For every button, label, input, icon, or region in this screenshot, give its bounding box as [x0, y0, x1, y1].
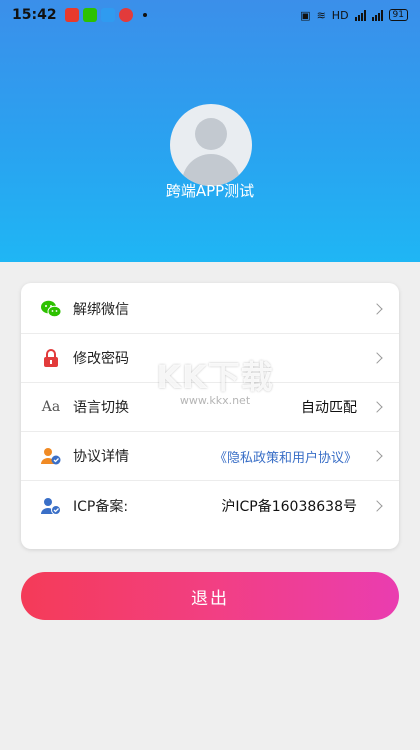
row-value: 自动匹配 [301, 400, 357, 416]
nfc-icon: ▣ [300, 8, 311, 22]
status-time: 15:42 [12, 7, 57, 23]
status-bar: 15:42 ▣ ≋ HD 91 [0, 0, 420, 30]
row-label: 修改密码 [73, 351, 129, 367]
chevron-right-icon [371, 499, 383, 512]
row-unbind-wechat[interactable]: 解绑微信 [21, 285, 399, 334]
notification-app-icon [64, 8, 79, 22]
row-icp-record[interactable]: ICP备案: 沪ICP备16038638号 [21, 481, 399, 530]
more-notifications-dot [142, 13, 147, 17]
notification-app-icon [100, 8, 115, 22]
user-agreement-icon [39, 444, 63, 468]
row-label: 协议详情 [73, 449, 129, 465]
chevron-right-icon [371, 303, 383, 315]
chevron-right-icon [371, 450, 383, 462]
wifi-icon: ≋ [316, 8, 326, 22]
logout-button[interactable]: 退出 [21, 572, 399, 620]
row-language-switch[interactable]: Aa 语言切换 自动匹配 [21, 383, 399, 432]
hd-badge: HD [331, 8, 349, 22]
notification-app-icon [118, 8, 133, 22]
row-change-password[interactable]: 修改密码 [21, 334, 399, 383]
notification-app-icon [82, 8, 97, 22]
row-label: 解绑微信 [73, 302, 129, 318]
chevron-right-icon [371, 352, 383, 364]
row-value: 沪ICP备16038638号 [221, 498, 357, 515]
signal-icon [371, 9, 383, 21]
chevron-right-icon [371, 401, 383, 413]
language-icon: Aa [41, 399, 61, 415]
avatar-head [195, 118, 227, 150]
row-label: 语言切换 [73, 400, 129, 416]
username: 跨端APP测试 [165, 182, 255, 200]
battery-indicator: 91 [388, 9, 408, 21]
lock-icon [39, 346, 63, 370]
user-check-icon [39, 494, 63, 518]
signal-icon [354, 9, 366, 21]
row-agreement-details[interactable]: 协议详情 《隐私政策和用户协议》 [21, 432, 399, 481]
status-indicators: ▣ ≋ HD 91 [300, 9, 408, 22]
avatar[interactable] [170, 104, 252, 186]
row-label: ICP备案: [73, 498, 129, 515]
agreement-link[interactable]: 《隐私政策和用户协议》 [214, 447, 357, 466]
settings-card: 解绑微信 修改密码 Aa 语言切换 自动匹配 协议详情 《隐私政策和用户协议》 … [21, 283, 399, 549]
wechat-icon [39, 297, 63, 321]
